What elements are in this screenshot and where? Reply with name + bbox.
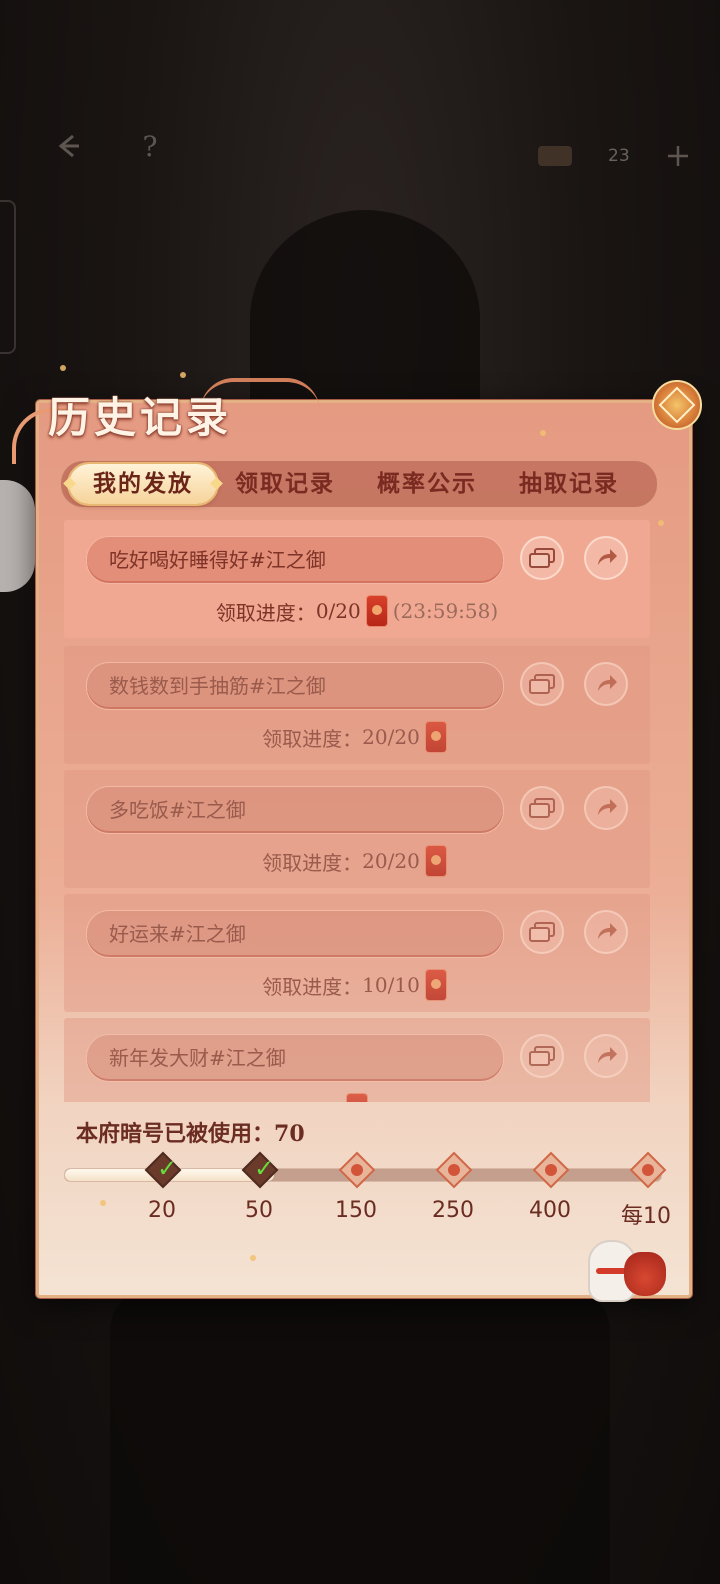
progress-label: 领取进度：: [215, 600, 316, 625]
milestone-label: 50: [245, 1198, 273, 1223]
progress-line: [64, 1092, 650, 1102]
record-name-box: 新年发大财#江之御: [86, 1034, 504, 1082]
usage-count: 70: [274, 1121, 305, 1147]
share-arrow-icon: [598, 549, 617, 565]
milestone-track: ✓ ✓: [64, 1151, 667, 1189]
red-envelope-icon: [642, 1164, 654, 1176]
red-envelope-icon: [347, 1094, 367, 1102]
share-button[interactable]: [584, 786, 628, 830]
record-row: 吃好喝好睡得好#江之御 领取进度： 0/20 (23:59:58): [64, 520, 650, 638]
tab-label: 我的发放: [93, 470, 193, 497]
record-name-box: 多吃饭#江之御: [86, 786, 504, 834]
share-arrow-icon: [598, 799, 617, 815]
progress-value: 0/20: [315, 599, 361, 623]
share-button[interactable]: [584, 1034, 628, 1078]
milestone-label: 250: [432, 1198, 474, 1223]
record-name-box: 好运来#江之御: [86, 910, 504, 958]
lantern-sparkle: [100, 1200, 106, 1206]
plus-icon[interactable]: [660, 138, 696, 174]
record-row: 数钱数到手抽筋#江之御 领取进度： 20/20: [64, 646, 650, 764]
share-arrow-icon: [598, 1047, 617, 1063]
record-name: 新年发大财#江之御: [109, 1046, 286, 1070]
tab-label: 概率公示: [377, 470, 477, 497]
copy-button[interactable]: [520, 1034, 564, 1078]
progress-label: 领取进度：: [262, 726, 363, 751]
copy-icon: [529, 548, 555, 568]
tab-label: 抽取记录: [519, 470, 619, 497]
copy-button[interactable]: [520, 662, 564, 706]
tab-label: 领取记录: [235, 470, 335, 497]
red-envelope-icon: [448, 1164, 460, 1176]
progress-line: 领取进度： 20/20: [64, 720, 650, 754]
tab-probability[interactable]: 概率公示: [363, 461, 491, 507]
lantern-sparkle: [60, 365, 66, 371]
record-name: 吃好喝好睡得好#江之御: [109, 548, 326, 572]
progress-line: 领取进度： 0/20 (23:59:58): [64, 594, 650, 628]
ingot-icon: [538, 146, 572, 166]
record-row: 新年发大财#江之御: [64, 1018, 650, 1102]
red-envelope-icon: [366, 596, 387, 626]
check-icon: ✓: [254, 1154, 275, 1183]
copy-button[interactable]: [520, 536, 564, 580]
copy-button[interactable]: [520, 910, 564, 954]
copy-icon: [529, 798, 555, 818]
record-row: 好运来#江之御 领取进度： 10/10: [64, 894, 650, 1012]
tab-claim-records[interactable]: 领取记录: [221, 461, 349, 507]
lucky-bag-icon: [624, 1252, 666, 1296]
red-envelope-icon: [425, 722, 446, 752]
side-pill[interactable]: [0, 480, 35, 592]
lantern-sparkle: [658, 520, 664, 526]
corner-medallion-icon: [652, 380, 702, 430]
milestone-label: 每10: [621, 1204, 671, 1229]
progress-value: 10/10: [362, 973, 420, 997]
copy-icon: [529, 1046, 555, 1066]
milestone-label: 400: [529, 1198, 571, 1223]
records-list[interactable]: 吃好喝好睡得好#江之御 领取进度： 0/20 (23:59:58) 数钱数到手抽…: [64, 520, 650, 1102]
currency-count: 23: [608, 146, 630, 166]
question-mark-icon[interactable]: ?: [130, 126, 170, 166]
usage-label: 本府暗号已被使用：70: [76, 1116, 305, 1148]
record-name: 数钱数到手抽筋#江之御: [109, 674, 326, 698]
copy-button[interactable]: [520, 786, 564, 830]
record-name: 好运来#江之御: [109, 922, 246, 946]
progress-line: 领取进度： 20/20: [64, 844, 650, 878]
record-name: 多吃饭#江之御: [109, 798, 246, 822]
milestone-label: 20: [148, 1198, 176, 1223]
progress-label: 领取进度：: [262, 974, 363, 999]
red-envelope-icon: [545, 1164, 557, 1176]
record-row: 多吃饭#江之御 领取进度： 20/20: [64, 770, 650, 888]
milestone-label: 150: [335, 1198, 377, 1223]
tab-my-distribution[interactable]: 我的发放: [69, 464, 217, 504]
share-button[interactable]: [584, 662, 628, 706]
progress-value: 20/20: [362, 725, 420, 749]
share-arrow-icon: [598, 675, 617, 691]
lantern-sparkle: [540, 430, 546, 436]
record-name-box: 吃好喝好睡得好#江之御: [86, 536, 504, 584]
countdown-timer: (23:59:58): [392, 599, 499, 623]
share-arrow-icon: [598, 923, 617, 939]
lantern-sparkle: [250, 1255, 256, 1261]
panel-title: 历史记录: [48, 393, 233, 442]
progress-label: 领取进度：: [262, 850, 363, 875]
usage-label-text: 本府暗号已被使用：: [76, 1121, 275, 1147]
progress-line: 领取进度： 10/10: [64, 968, 650, 1002]
share-button[interactable]: [584, 536, 628, 580]
lantern-sparkle: [180, 372, 186, 378]
back-arrow-icon[interactable]: [48, 126, 88, 166]
red-envelope-icon: [425, 846, 446, 876]
share-button[interactable]: [584, 910, 628, 954]
progress-value: 20/20: [362, 849, 420, 873]
copy-icon: [529, 674, 555, 694]
tab-draw-records[interactable]: 抽取记录: [505, 461, 633, 507]
background-robe: [110, 1290, 610, 1584]
red-envelope-icon: [425, 970, 446, 1000]
side-tab[interactable]: [0, 200, 16, 354]
record-name-box: 数钱数到手抽筋#江之御: [86, 662, 504, 710]
red-envelope-icon: [351, 1164, 363, 1176]
copy-icon: [529, 922, 555, 942]
check-icon: ✓: [157, 1154, 178, 1183]
tab-bar: 我的发放 领取记录 概率公示 抽取记录: [60, 460, 658, 508]
